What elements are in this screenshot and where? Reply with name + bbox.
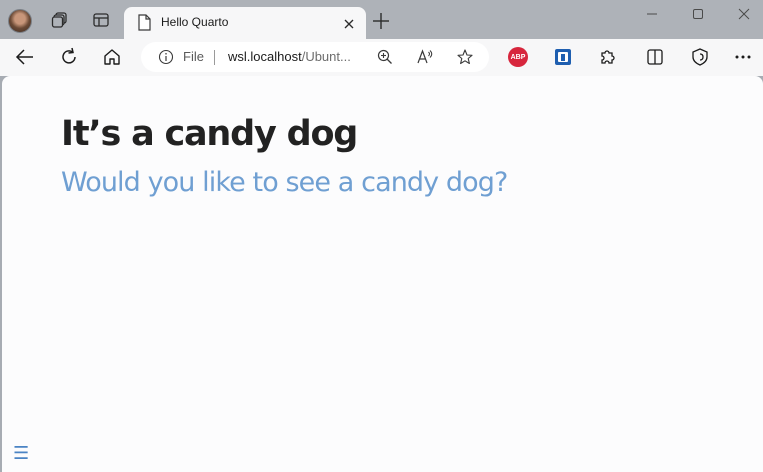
tab-hello-quarto[interactable]: Hello Quarto: [124, 7, 366, 39]
read-aloud-icon[interactable]: [416, 48, 434, 66]
favorite-icon[interactable]: [456, 48, 474, 66]
more-icon[interactable]: [733, 47, 753, 67]
tab-title: Hello Quarto: [161, 15, 229, 29]
zoom-icon[interactable]: [376, 48, 394, 66]
minimize-icon[interactable]: [644, 6, 660, 22]
menu-toggle-icon[interactable]: ☰: [13, 445, 31, 463]
home-icon[interactable]: [101, 46, 123, 68]
close-icon[interactable]: [342, 16, 356, 30]
page-icon: [137, 14, 151, 35]
address-bar[interactable]: File wsl.localhost/Ubunt...: [141, 42, 489, 72]
info-icon[interactable]: [158, 49, 174, 69]
split-screen-icon[interactable]: [645, 47, 665, 67]
url-host: wsl.localhost: [228, 49, 302, 64]
workspaces-icon[interactable]: [49, 9, 71, 31]
address-separator: [214, 50, 215, 65]
extensions-icon[interactable]: [597, 47, 617, 67]
page-viewport: It’s a candy dog Would you like to see a…: [2, 76, 763, 472]
window-close-icon[interactable]: [736, 6, 752, 22]
title-bar: Hello Quarto: [0, 0, 763, 39]
scheme-label: File: [183, 49, 204, 64]
adblock-icon[interactable]: ABP: [508, 47, 528, 67]
tab-actions-icon[interactable]: [90, 9, 112, 31]
url-text[interactable]: wsl.localhost/Ubunt...: [228, 49, 351, 64]
refresh-icon[interactable]: [58, 46, 80, 68]
maximize-icon[interactable]: [690, 6, 706, 22]
profile-avatar[interactable]: [8, 9, 32, 33]
url-path: /Ubunt...: [301, 49, 351, 64]
browser-toolbar: File wsl.localhost/Ubunt... ABP: [0, 39, 763, 76]
browser-essentials-icon[interactable]: [690, 47, 710, 67]
page-title: It’s a candy dog: [61, 114, 358, 154]
password-extension-icon[interactable]: [553, 47, 573, 67]
back-icon[interactable]: [14, 46, 36, 68]
page-subtitle: Would you like to see a candy dog?: [61, 167, 508, 198]
new-tab-icon[interactable]: [370, 10, 392, 32]
